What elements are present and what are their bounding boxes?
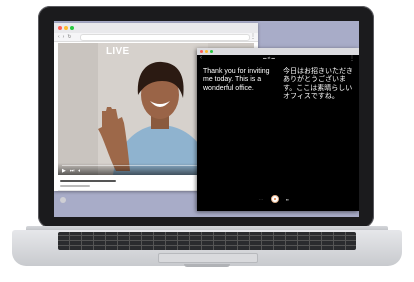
video-title-placeholder [60, 180, 116, 182]
translation-header: ‹ ▬ ⇄ ▬ ⋮ [197, 55, 359, 64]
laptop-trackpad [158, 253, 258, 263]
browser-menu-icon[interactable]: ⋮ [250, 33, 256, 40]
player-buttons: ▶ ⏭ 🔈︎ [62, 168, 81, 174]
language-switch[interactable]: ▬ ⇄ ▬ [263, 56, 275, 60]
translation-window-controls [200, 50, 213, 53]
reload-icon[interactable]: ↻ [67, 34, 71, 40]
microphone-icon [274, 198, 276, 200]
microphone-button[interactable] [271, 195, 279, 203]
video-views-placeholder [60, 185, 90, 187]
volume-icon[interactable]: 🔈︎ [78, 168, 81, 174]
live-badge: LIVE [106, 46, 130, 57]
next-icon[interactable]: ⏭ [70, 168, 75, 174]
forward-icon[interactable]: › [63, 34, 65, 40]
translation-maximize-button[interactable] [210, 50, 213, 53]
back-icon[interactable]: ‹ [58, 34, 60, 40]
keyboard-icon[interactable]: ⋯ [259, 197, 263, 202]
minimize-window-button[interactable] [64, 26, 68, 30]
channel-avatar[interactable] [60, 197, 66, 203]
translated-transcript: 今日はお招きいただきありがとうございます。ここは素晴らしいオフィスですね。 [283, 68, 353, 100]
browser-nav: ‹ › ↻ [58, 34, 72, 40]
translation-window: ‹ ▬ ⇄ ▬ ⋮ Thank you for inviting me toda… [197, 48, 359, 211]
browser-tab-bar [54, 23, 258, 33]
window-controls [58, 26, 74, 30]
translation-title-bar [197, 48, 359, 55]
pause-icon[interactable]: ▪▪ [286, 197, 289, 202]
address-bar[interactable] [80, 34, 250, 41]
source-transcript: Thank you for inviting me today. This is… [203, 68, 270, 92]
close-window-button[interactable] [58, 26, 62, 30]
laptop-notch [184, 264, 230, 267]
laptop-screen: ‹ › ↻ ⋮ LIVE ▶ ⏭ 🔈︎ ‹ ▬ ⇄ ▬ ⋮ Thank you … [54, 21, 359, 217]
chevron-left-icon[interactable]: ‹ [200, 55, 202, 61]
translation-minimize-button[interactable] [205, 50, 208, 53]
maximize-window-button[interactable] [70, 26, 74, 30]
browser-toolbar: ‹ › ↻ ⋮ [54, 33, 258, 42]
menu-icon[interactable]: ⋮ [349, 55, 355, 62]
play-icon[interactable]: ▶ [62, 168, 66, 174]
translation-close-button[interactable] [200, 50, 203, 53]
laptop-keyboard [58, 232, 356, 250]
